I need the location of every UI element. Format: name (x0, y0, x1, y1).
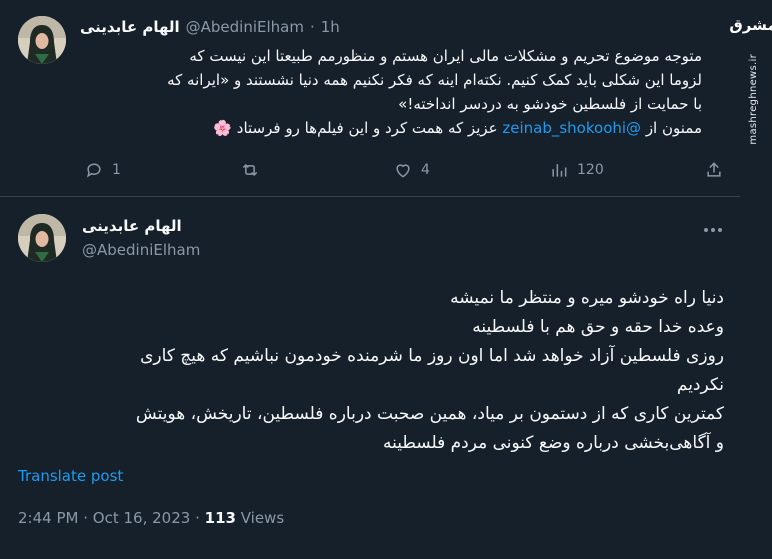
tweet-line: دنیا راه خودشو میره و منتظر ما نمیشه (450, 288, 724, 308)
meta-separator: · (195, 509, 200, 527)
timestamp[interactable]: 1h (321, 18, 340, 36)
tweet-line: کمترین کاری که از دستمون بر میاد، همین ص… (135, 404, 724, 424)
avatar-image (18, 214, 66, 262)
views-count: 113 (204, 509, 236, 527)
more-options-icon[interactable] (704, 220, 724, 240)
like-button[interactable]: 4 (393, 160, 430, 180)
tweet-line: لزوما این شکلی باید کمک کنیم. نکته‌ام ای… (167, 71, 702, 89)
tweet-line: با حمایت از فلسطین خودشو به دردسر انداخت… (398, 95, 702, 113)
translate-post-link[interactable]: Translate post (18, 467, 123, 485)
author-handle[interactable]: @AbediniElham (82, 241, 200, 259)
tweet-header: الهام عابدینی @AbediniElham · 1h (80, 18, 340, 36)
views-label: Views (240, 509, 285, 527)
tweet-text: متوجه موضوع تحریم و مشکلات مالی ایران هس… (52, 44, 702, 140)
mention-link[interactable]: @zeinab_shokoohi (502, 119, 641, 137)
reply-count: 1 (112, 162, 121, 178)
flower-emoji: 🌸 (213, 119, 232, 137)
like-count: 4 (421, 162, 430, 178)
share-button[interactable] (704, 160, 724, 180)
tweet-line: متوجه موضوع تحریم و مشکلات مالی ایران هس… (189, 47, 702, 65)
author-handle[interactable]: @AbediniElham (186, 18, 304, 36)
author-name[interactable]: الهام عابدینی (82, 217, 182, 235)
tweet-line-start: ممنون از (641, 119, 702, 137)
tweet-line: نکردیم (676, 375, 724, 395)
tweet-line-end: عزیز که همت کرد و این فیلم‌ها رو فرستاد (236, 119, 503, 137)
post-time[interactable]: 2:44 PM (18, 509, 78, 527)
tweet-meta: 2:44 PM · Oct 16, 2023 · 113 Views (18, 509, 284, 527)
views-icon (552, 164, 567, 177)
views-button[interactable]: 120 (549, 160, 604, 180)
post-date[interactable]: Oct 16, 2023 (93, 509, 191, 527)
tweet-line: وعده خدا حقه و حق هم با فلسطینه (472, 317, 724, 337)
reply-icon (86, 163, 101, 178)
tweet-line: روزی فلسطین آزاد خواهد شد اما اون روز ما… (140, 346, 724, 366)
meta-separator: · (83, 509, 89, 527)
author-name[interactable]: الهام عابدینی (80, 18, 180, 36)
heart-icon (396, 164, 410, 178)
reply-button[interactable]: 1 (84, 160, 121, 180)
separator: · (309, 18, 315, 36)
repost-button[interactable] (240, 160, 260, 180)
tweet-text: دنیا راه خودشو میره و منتظر ما نمیشه وعد… (18, 284, 724, 458)
share-icon (707, 162, 721, 177)
avatar[interactable] (18, 214, 66, 262)
views-count: 120 (577, 162, 604, 178)
tweet-line: و آگاهی‌بخشی درباره وضع کنونی مردم فلسطی… (382, 433, 724, 453)
tweet-actions: 1 4 120 (80, 160, 730, 184)
watermark-site: mashreghnews.ir (747, 54, 759, 145)
mashregh-logo: مشرق (729, 16, 772, 34)
tweet-line: ممنون از @zeinab_shokoohi عزیز که همت کر… (52, 116, 702, 140)
tweet-1[interactable]: الهام عابدینی @AbediniElham · 1h متوجه م… (0, 0, 740, 197)
repost-icon (242, 163, 258, 177)
